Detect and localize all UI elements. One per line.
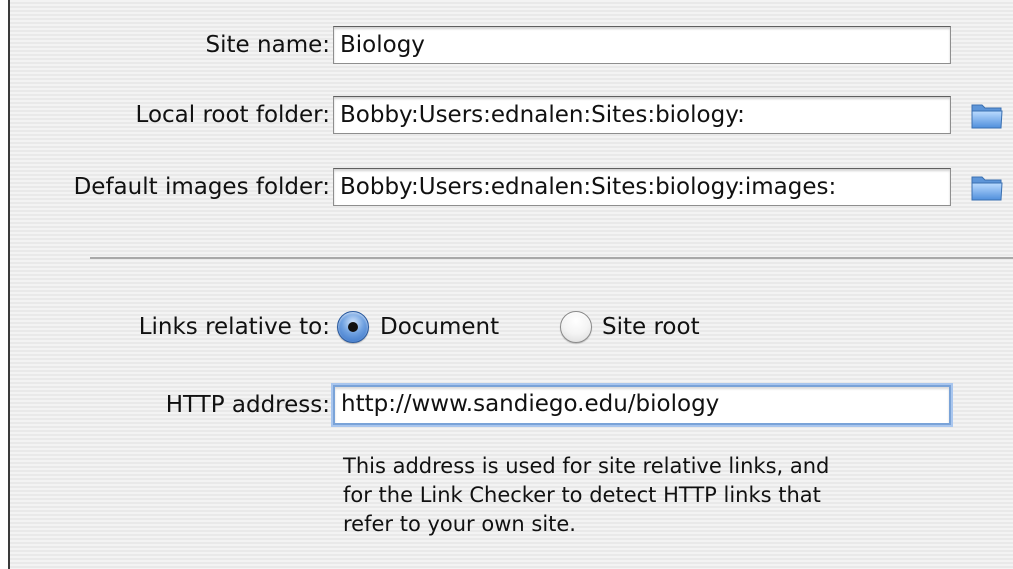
help-text-line: refer to your own site.: [343, 512, 576, 536]
help-text-line: for the Link Checker to detect HTTP link…: [343, 483, 821, 507]
site-name-label: Site name:: [205, 32, 330, 58]
site-settings-panel: Site name: Biology Local root folder: Bo…: [8, 0, 1013, 569]
default-images-folder-browse-button[interactable]: [970, 171, 1004, 203]
local-root-folder-label: Local root folder:: [135, 102, 330, 128]
radio-site-root[interactable]: [560, 311, 592, 343]
site-name-field[interactable]: Biology: [333, 26, 951, 64]
radio-document[interactable]: [337, 311, 369, 343]
folder-icon: [971, 104, 1003, 129]
http-address-label: HTTP address:: [165, 392, 330, 418]
local-root-folder-field[interactable]: Bobby:Users:ednalen:Sites:biology:: [333, 96, 951, 134]
folder-icon: [971, 176, 1003, 201]
http-address-field[interactable]: http://www.sandiego.edu/biology: [333, 385, 951, 425]
default-images-folder-field[interactable]: Bobby:Users:ednalen:Sites:biology:images…: [333, 168, 951, 206]
help-text-line: This address is used for site relative l…: [343, 454, 830, 478]
http-address-help-text: This address is used for site relative l…: [343, 452, 983, 539]
section-divider: [90, 257, 1013, 259]
local-root-folder-browse-button[interactable]: [970, 99, 1004, 131]
radio-document-label[interactable]: Document: [380, 312, 499, 342]
default-images-folder-label: Default images folder:: [73, 174, 330, 200]
radio-site-root-label[interactable]: Site root: [602, 312, 700, 342]
links-relative-to-label: Links relative to:: [138, 314, 330, 340]
